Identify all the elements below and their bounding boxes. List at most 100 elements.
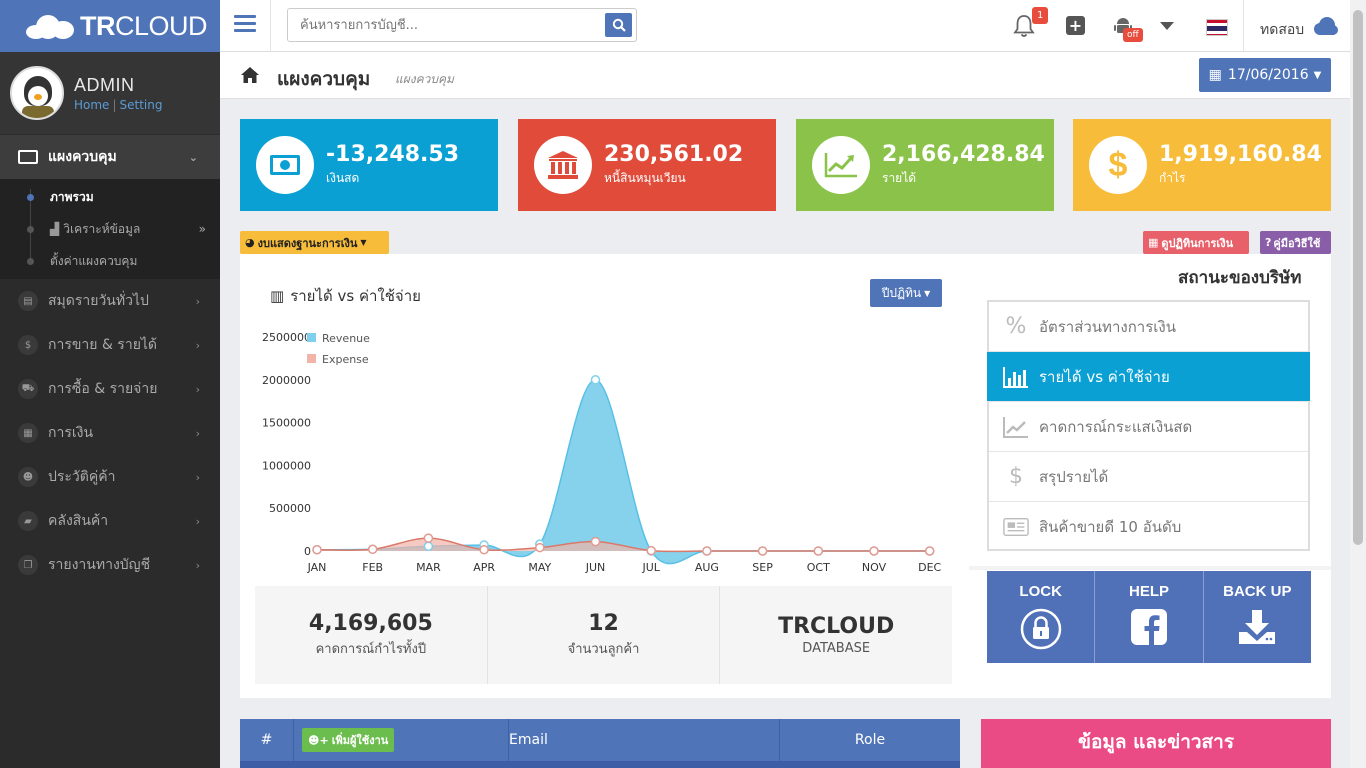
y-tick-label: 2500000 <box>262 331 311 344</box>
caret-down-icon[interactable] <box>1160 22 1174 30</box>
summary-box: 4,169,605 คาดการณ์กำไรทั้งปี 12 จำนวนลูกค้… <box>255 586 952 684</box>
home-icon[interactable] <box>240 66 260 84</box>
summary-database: TRCLOUD DATABASE <box>778 614 895 656</box>
lock-button[interactable]: LOCK <box>987 571 1096 663</box>
caret-down-icon: ▼ <box>360 238 367 247</box>
manual-button[interactable]: ? คู่มือวิธีใช้ <box>1260 231 1331 254</box>
chevron-down-icon: ⌄ <box>188 151 198 164</box>
line-chart-icon <box>824 153 857 178</box>
calendar-icon: ▦ <box>1208 67 1222 83</box>
cloud-icon[interactable] <box>1312 16 1338 36</box>
backup-button[interactable]: BACK UP <box>1204 571 1311 663</box>
question-icon: ? <box>1265 236 1272 249</box>
thai-flag-icon[interactable] <box>1206 19 1228 36</box>
x-tick-label: SEP <box>752 561 773 574</box>
search-input[interactable] <box>287 8 637 42</box>
x-tick-label: JUL <box>641 561 660 574</box>
monitor-icon <box>18 150 38 164</box>
data-point-expense <box>590 536 601 547</box>
sidebar-item-dashboard[interactable]: แผงควบคุม ⌄ <box>0 135 220 179</box>
add-user-button[interactable]: ☻+ เพิ่มผู้ใช้งาน <box>302 728 395 752</box>
stat-liabilities[interactable]: 230,561.02 หนี้สินหมุนเวียน <box>518 119 776 211</box>
copy-icon: ❐ <box>18 555 38 575</box>
sidebar-item-partners[interactable]: ☻ ประวัติคู่ค้า › <box>0 455 220 499</box>
double-chevron-icon: » <box>198 222 206 236</box>
x-tick-label: DEC <box>918 561 941 574</box>
search-button[interactable] <box>605 13 632 37</box>
page-title: แผงควบคุม <box>277 68 371 90</box>
topbar: 1 + off ทดสอบ <box>220 0 1350 52</box>
android-off-badge: off <box>1123 28 1143 42</box>
company-status-list: % อัตราส่วนทางการเงิน รายได้ vs ค่าใช้จ่า… <box>987 300 1310 551</box>
sidebar-subnav: ภาพรวม ▟ วิเคราะห์ข้อมูล» ตั้งค่าแผงควบคุ… <box>0 179 220 279</box>
y-tick-label: 1500000 <box>262 417 311 430</box>
cart-icon: ⛟ <box>18 379 38 399</box>
chevron-right-icon: › <box>195 427 200 440</box>
company-status-title: สถานะของบริษัท <box>1178 268 1302 288</box>
scrollbar[interactable] <box>1350 0 1366 768</box>
y-tick-label: 2000000 <box>262 374 311 387</box>
statement-dropdown[interactable]: ◕ งบแสดงฐานะการเงิน ▼ <box>240 231 389 254</box>
pie-chart-icon: ◕ <box>245 236 255 249</box>
chevron-right-icon: › <box>195 559 200 572</box>
chevron-right-icon: › <box>195 471 200 484</box>
table-header-role: Role <box>854 732 886 748</box>
status-item-ratio[interactable]: % อัตราส่วนทางการเงิน <box>989 302 1308 352</box>
stat-profit[interactable]: $ 1,919,160.84 กำไร <box>1073 119 1331 211</box>
y-tick-label: 1000000 <box>262 459 311 472</box>
finance-calendar-button[interactable]: ▦ ดูปฏิทินการเงิน <box>1143 231 1249 254</box>
data-point-revenue <box>423 541 434 552</box>
hamburger-menu-icon[interactable] <box>234 15 256 33</box>
stat-cash[interactable]: -13,248.53 เงินสด <box>240 119 498 211</box>
users-table: # ☻+ เพิ่มผู้ใช้งาน Email Role <box>240 719 960 768</box>
bar-chart-icon <box>1003 366 1029 388</box>
subitem-settings[interactable]: ตั้งค่าแผงควบคุม <box>0 245 220 277</box>
status-item-revenue-summary[interactable]: $ สรุปรายได้ <box>989 452 1308 502</box>
page-subtitle: แผงควบคุม <box>395 72 454 86</box>
status-item-revenue-expense[interactable]: รายได้ vs ค่าใช้จ่าย <box>987 352 1310 402</box>
sidebar-item-reports[interactable]: ❐ รายงานทางบัญชี › <box>0 543 220 587</box>
percent-icon: % <box>1005 314 1027 339</box>
legend-label: Revenue <box>322 332 370 345</box>
sidebar-item-purchase[interactable]: ⛟ การซื้อ & รายจ่าย › <box>0 367 220 411</box>
y-tick-label: 500000 <box>269 502 311 515</box>
y-tick-label: 0 <box>304 545 311 558</box>
bank-icon <box>548 151 578 179</box>
home-link[interactable]: Home <box>74 98 109 112</box>
sidebar-item-finance[interactable]: ▦ การเงิน › <box>0 411 220 455</box>
status-item-top-products[interactable]: สินค้าขายดี 10 อันดับ <box>989 502 1308 552</box>
sidebar-item-journal[interactable]: ▤ สมุดรายวันทั่วไป › <box>0 279 220 323</box>
avatar[interactable] <box>10 66 64 120</box>
setting-link[interactable]: Setting <box>119 98 162 112</box>
subitem-overview[interactable]: ภาพรวม <box>0 181 220 213</box>
summary-customers: 12 จำนวนลูกค้า <box>488 586 721 684</box>
date-picker-button[interactable]: ▦ 17/06/2016 ▼ <box>1199 58 1331 92</box>
user-name[interactable]: ทดสอบ <box>1260 19 1304 41</box>
stat-revenue[interactable]: 2,166,428.84 รายได้ <box>796 119 1054 211</box>
chevron-right-icon: › <box>195 295 200 308</box>
x-tick-label: MAR <box>416 561 441 574</box>
plus-icon[interactable]: + <box>1066 16 1085 35</box>
newspaper-icon <box>1003 517 1029 537</box>
brand-name: TRCLOUD <box>80 10 208 41</box>
x-tick-label: AUG <box>695 561 719 574</box>
sidebar: TRCLOUD ADMIN Home | Setting แผงควบคุม ⌄ ภ… <box>0 0 220 768</box>
calendar-year-button[interactable]: ปีปฏิทิน ▼ <box>870 279 942 307</box>
help-button[interactable]: HELP <box>1095 571 1204 663</box>
lock-icon <box>1020 608 1061 650</box>
search-icon <box>612 18 626 32</box>
dollar-icon: $ <box>1009 464 1023 489</box>
chevron-right-icon: › <box>195 383 200 396</box>
data-point-expense <box>367 544 378 555</box>
users-icon: ☻ <box>18 467 38 487</box>
sidebar-item-sales[interactable]: $ การขาย & รายได้ › <box>0 323 220 367</box>
money-icon <box>270 155 300 175</box>
status-item-cashflow[interactable]: คาดการณ์กระแสเงินสด <box>989 402 1308 452</box>
sidebar-item-inventory[interactable]: ▰ คลังสินค้า › <box>0 499 220 543</box>
subitem-analysis[interactable]: ▟ วิเคราะห์ข้อมูล» <box>0 213 220 245</box>
data-point-expense <box>869 546 879 556</box>
x-tick-label: MAY <box>528 561 551 574</box>
logo[interactable]: TRCLOUD <box>0 0 220 52</box>
line-chart-icon <box>1003 416 1029 438</box>
caret-down-icon: ▼ <box>1313 69 1322 81</box>
